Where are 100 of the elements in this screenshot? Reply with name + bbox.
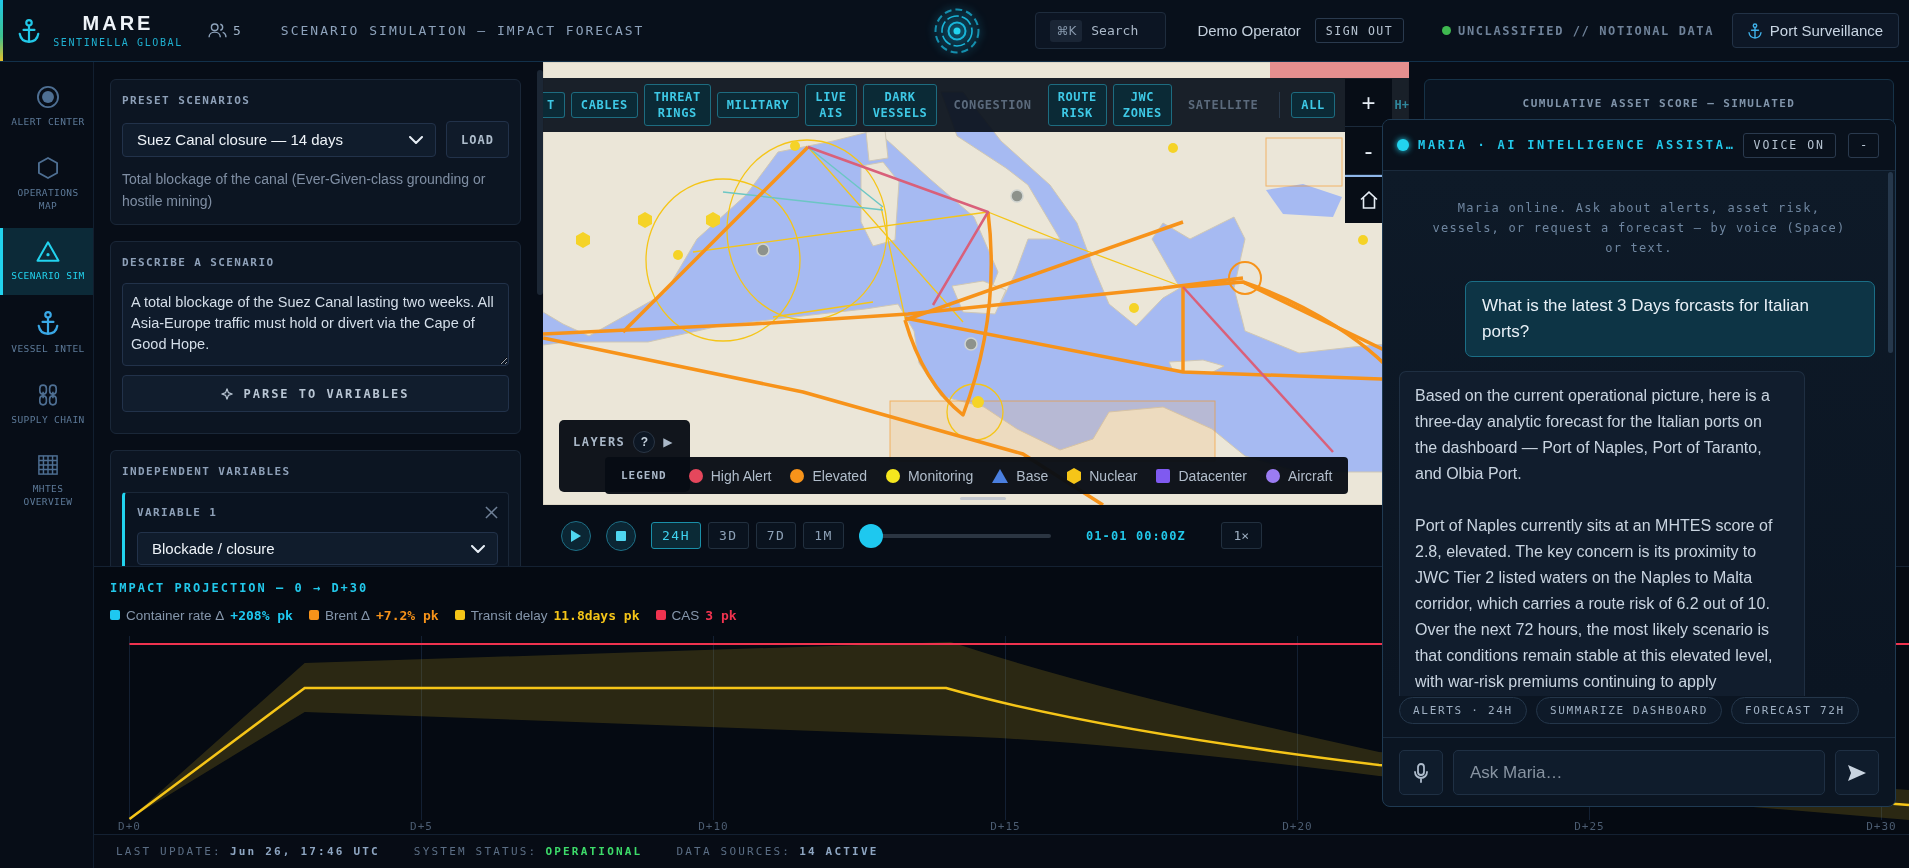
assistant-intro: Maria online. Ask about alerts, asset risk, vessels, or request a forecast — by voice (Space) or text. <box>1431 200 1847 257</box>
layer-toggle[interactable]: ROUTE RISK <box>1047 84 1107 126</box>
slider-thumb[interactable] <box>858 523 883 548</box>
speed-button[interactable]: 1× <box>1220 522 1262 549</box>
layers-title: LAYERS <box>573 434 626 451</box>
circle-marker-icon[interactable] <box>756 243 770 257</box>
time-range-tab[interactable]: 24H <box>651 522 701 549</box>
chat-input[interactable]: Ask Maria… <box>1453 750 1825 795</box>
nav-item[interactable]: VESSEL INTEL <box>0 298 93 368</box>
axis-label: D+25 <box>1574 820 1605 833</box>
suggestion-chip[interactable]: FORECAST 72H <box>1731 697 1859 724</box>
scenario-select[interactable]: Suez Canal closure — 14 days <box>122 122 436 157</box>
remove-button[interactable] <box>485 505 498 519</box>
chart-title: IMPACT PROJECTION — 0 → D+30 <box>110 580 370 596</box>
brand-tagline: SENTINELLA GLOBAL <box>53 36 183 49</box>
axis-label: D+10 <box>698 820 729 833</box>
scenario-textarea[interactable]: A total blockage of the Suez Canal lasting two weeks. All Asia-Europe traffic must hold or divert via the Cape of Good Hope. <box>122 283 509 366</box>
time-range-tab[interactable]: 7D <box>755 522 797 549</box>
legend-label: Brent Δ <box>324 607 370 623</box>
load-button[interactable]: LOAD <box>446 121 509 158</box>
grid-icon <box>38 455 58 475</box>
legend-label: Elevated <box>812 467 867 484</box>
play-icon <box>571 529 581 542</box>
brand-accent-bar <box>0 0 3 61</box>
layer-toggle[interactable]: MILITARY <box>716 92 800 118</box>
search-button[interactable]: ⌘K Search <box>1035 12 1167 49</box>
circle-marker-icon[interactable] <box>1168 143 1178 153</box>
hexagon-marker-icon[interactable] <box>576 232 590 248</box>
circle-marker-icon[interactable] <box>1129 303 1139 313</box>
voice-toggle-button[interactable]: VOICE ON <box>1742 132 1836 158</box>
hexagon-marker-icon[interactable] <box>706 212 720 228</box>
circle-marker-icon[interactable] <box>790 141 800 151</box>
radar-icon <box>934 7 981 54</box>
nav-item[interactable]: OPERATIONS MAP <box>0 144 93 225</box>
variable-select[interactable]: Blockade / closure <box>137 532 498 565</box>
home-icon <box>1359 191 1378 209</box>
page-title: SCENARIO SIMULATION — IMPACT FORECAST <box>280 23 645 38</box>
user-message: What is the latest 3 Days forcasts for Italian ports? <box>1465 281 1875 357</box>
scrollbar-thumb[interactable] <box>537 70 543 295</box>
circle-marker-icon[interactable] <box>1010 189 1024 203</box>
layer-toggle[interactable]: T <box>543 92 565 118</box>
microphone-button[interactable] <box>1399 750 1443 795</box>
hexagon-marker-icon[interactable] <box>638 212 652 228</box>
legend-value: 11.8days pk <box>553 607 640 623</box>
nav-item[interactable]: SCENARIO SIM <box>0 228 93 295</box>
circle-marker-icon[interactable] <box>964 337 978 351</box>
parse-button[interactable]: PARSE TO VARIABLES <box>122 375 509 412</box>
variable-label: VARIABLE 1 <box>137 505 218 519</box>
help-button[interactable]: ? <box>633 431 656 453</box>
time-range-tab[interactable]: 3D <box>708 522 749 549</box>
sign-out-button[interactable]: SIGN OUT <box>1314 18 1405 43</box>
scrollbar-thumb[interactable] <box>1888 172 1893 353</box>
layer-toggle[interactable]: H+ <box>1394 98 1409 112</box>
axis-label: D+15 <box>990 820 1021 833</box>
legend-label: Aircraft <box>1287 467 1333 484</box>
suggestion-chip[interactable]: SUMMARIZE DASHBOARD <box>1535 697 1722 724</box>
drag-handle[interactable] <box>960 497 1006 500</box>
online-dot <box>1397 139 1409 151</box>
time-range-tab[interactable]: 1M <box>803 522 844 549</box>
status-label: LAST UPDATE: <box>116 845 222 858</box>
layer-toggle[interactable]: LIVE AIS <box>805 84 857 126</box>
port-surveillance-button[interactable]: Port Surveillance <box>1732 13 1899 48</box>
nav-item[interactable]: ALERT CENTER <box>0 73 93 141</box>
minimize-button[interactable]: - <box>1848 132 1879 158</box>
send-button[interactable] <box>1835 750 1879 795</box>
chevron-down-icon <box>471 544 485 553</box>
threat-ring <box>946 383 1004 441</box>
operator-name: Demo Operator <box>1197 22 1301 39</box>
axis-label: D+30 <box>1866 820 1897 833</box>
circle-marker-icon[interactable] <box>1358 235 1368 245</box>
assistant-title: MARIA · AI INTELLIGENCE ASSISTA… <box>1418 138 1736 152</box>
stop-icon <box>616 530 626 541</box>
play-button[interactable] <box>561 520 591 551</box>
expand-button[interactable]: ▶ <box>663 432 673 452</box>
circle-marker-icon[interactable] <box>673 250 683 260</box>
legend-label: Container rate Δ <box>126 607 225 623</box>
circle-marker-icon[interactable] <box>972 396 984 408</box>
users-icon <box>208 23 227 38</box>
all-layers-button[interactable]: ALL <box>1291 92 1335 118</box>
axis-label: D+5 <box>410 820 433 833</box>
section-heading: DESCRIBE A SCENARIO <box>122 255 276 270</box>
legend-label: Monitoring <box>907 467 974 484</box>
suggestion-chip[interactable]: ALERTS · 24H <box>1399 697 1527 724</box>
layer-toggle[interactable]: JWC ZONES <box>1112 84 1172 126</box>
chevron-down-icon <box>409 135 423 144</box>
nav-item[interactable]: SUPPLY CHAIN <box>0 371 93 439</box>
layer-toggle[interactable]: THREAT RINGS <box>643 84 711 126</box>
status-value: Jun 26, 17:46 UTC <box>229 845 380 858</box>
anchor-icon <box>18 18 40 43</box>
legend-title: LEGEND <box>621 469 667 482</box>
legend-label: CAS <box>671 607 700 623</box>
section-heading: PRESET SCENARIOS <box>122 93 252 108</box>
sparkle-icon <box>221 387 234 400</box>
layer-toggle[interactable]: DARK VESSELS <box>862 84 938 126</box>
layer-toggle[interactable]: CABLES <box>570 92 638 118</box>
message-paragraph: Based on the current operational picture, here is a three-day analytic forecast for the Italian ports on the dashboard — Port of Naples, Port of Taranto, and Olbia Port. <box>1415 386 1771 484</box>
status-label: DATA SOURCES: <box>676 845 792 858</box>
stop-button[interactable] <box>606 520 636 551</box>
timeline-slider[interactable] <box>858 523 1051 548</box>
nav-item[interactable]: MHTES OVERVIEW <box>0 442 93 521</box>
